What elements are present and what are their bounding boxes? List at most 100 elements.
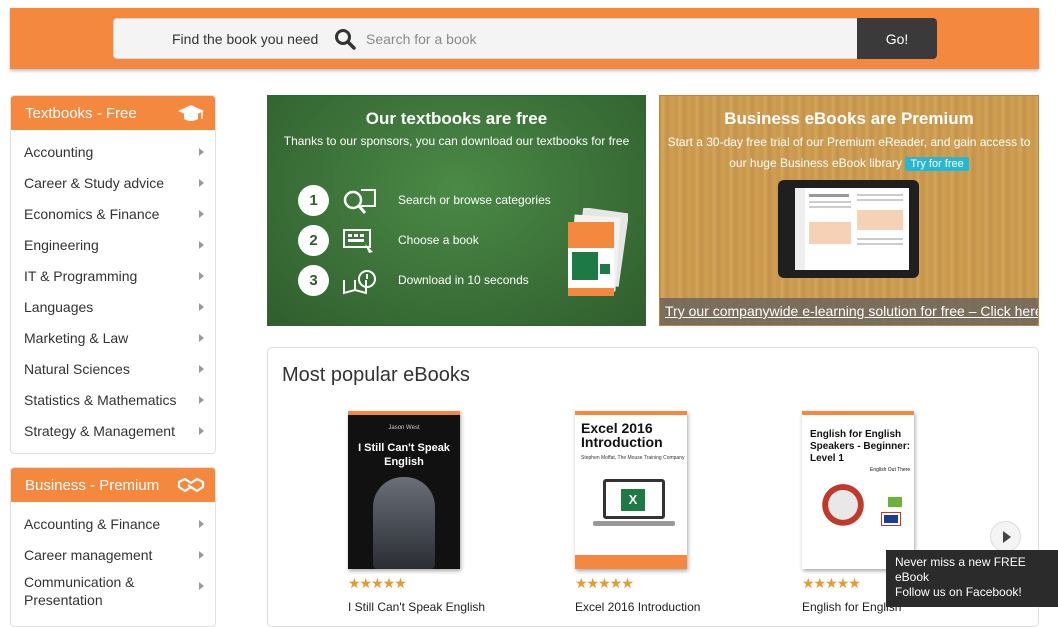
- tablet-page-graphic: [795, 188, 903, 270]
- star-rating: ★★★★★ ★★★★★: [802, 575, 861, 591]
- search-icon[interactable]: [334, 28, 356, 50]
- popup-line1: Never miss a new FREE eBook: [895, 555, 1026, 584]
- sidebar-free-title: Textbooks - Free: [25, 105, 137, 122]
- sidebar-premium-header[interactable]: Business - Premium: [11, 468, 215, 502]
- cover-bar: [575, 555, 687, 569]
- carousel-next-button[interactable]: [990, 521, 1021, 552]
- chevron-right-icon: [199, 241, 204, 249]
- book-cover[interactable]: Jason West I Still Can't Speak English: [348, 411, 460, 569]
- sidebar-item[interactable]: Natural Sciences: [11, 352, 215, 383]
- search-box: Find the book you need Go!: [113, 18, 937, 59]
- tablet-image: [778, 180, 919, 278]
- choose-book-icon: [343, 229, 373, 253]
- sidebar-item[interactable]: Communication & Presentation: [11, 569, 215, 613]
- graduation-cap-icon: [178, 105, 204, 121]
- sidebar-free-list: Accounting Career & Study advice Economics…: [11, 130, 215, 445]
- search-prompt: Find the book you need: [172, 31, 319, 47]
- sidebar-item[interactable]: Career management: [11, 538, 215, 569]
- free-textbooks-banner[interactable]: Our textbooks are free Thanks to our spo…: [267, 95, 646, 326]
- cover-subtitle: Stephen Moffat, The Mouse Training Compa…: [581, 455, 685, 461]
- sidebar-item[interactable]: Strategy & Management: [11, 414, 215, 445]
- book-cover[interactable]: Excel 2016 Introduction Stephen Moffat, …: [575, 411, 687, 569]
- sidebar-item-label: Economics & Finance: [24, 206, 160, 222]
- step-label: Choose a book: [398, 233, 479, 247]
- sidebar-item-label: Languages: [24, 299, 94, 315]
- sidebar-item[interactable]: Accounting: [11, 135, 215, 166]
- sidebar-item[interactable]: IT & Programming: [11, 259, 215, 290]
- sidebar-item[interactable]: Accounting & Finance: [11, 507, 215, 538]
- sidebar-item[interactable]: Career & Study advice: [11, 166, 215, 197]
- cover-title: I Still Can't Speak English: [358, 442, 450, 468]
- cover-author: Jason West: [388, 425, 420, 431]
- sidebar-item[interactable]: Marketing & Law: [11, 321, 215, 352]
- step-number: 2: [298, 225, 329, 256]
- sidebar-item-label: Natural Sciences: [24, 361, 130, 377]
- sidebar-item-label: Career management: [24, 547, 153, 563]
- sidebar-item[interactable]: Statistics & Mathematics: [11, 383, 215, 414]
- chevron-right-icon: [199, 148, 204, 156]
- sidebar-item-label: Engineering: [24, 237, 99, 253]
- book-card[interactable]: Excel 2016 Introduction Stephen Moffat, …: [575, 411, 700, 614]
- premium-subtitle-line1: Start a 30-day free trial of our Premium…: [667, 135, 1031, 149]
- book-title[interactable]: I Still Can't Speak English: [348, 600, 488, 614]
- tablet-screen: [795, 188, 909, 270]
- sidebar-item-label: Marketing & Law: [24, 330, 129, 346]
- step-label: Download in 10 seconds: [398, 273, 529, 287]
- sidebar-item[interactable]: Engineering: [11, 228, 215, 259]
- sidebar-item-label: Accounting & Finance: [24, 516, 161, 532]
- facebook-follow-popup[interactable]: Never miss a new FREE eBook Follow us on…: [886, 550, 1058, 607]
- premium-banner-subtitle: Start a 30-day free trial of our Premium…: [660, 132, 1038, 175]
- try-for-free-button[interactable]: Try for free: [905, 157, 969, 171]
- step-number: 1: [298, 185, 329, 216]
- free-banner-subtitle: Thanks to our sponsors, you can download…: [283, 134, 630, 148]
- sidebar-premium-title: Business - Premium: [25, 477, 160, 494]
- download-timer-icon: [343, 270, 376, 295]
- premium-subtitle-line2: our huge Business eBook library: [729, 156, 903, 170]
- chevron-right-icon: [199, 551, 204, 559]
- chevron-right-icon: [199, 272, 204, 280]
- companywide-elearning-link[interactable]: Try our companywide e-learning solution …: [660, 298, 1038, 325]
- book-title[interactable]: Excel 2016 Introduction: [575, 600, 715, 614]
- cover-subtitle: English Out There: [870, 467, 911, 473]
- most-popular-title: Most popular eBooks: [282, 364, 470, 386]
- search-input[interactable]: [366, 25, 846, 53]
- cover-green-box: [888, 497, 902, 507]
- excel-icon: X: [621, 489, 645, 511]
- book-cover[interactable]: English for English Speakers - Beginner:…: [802, 411, 914, 569]
- go-button[interactable]: Go!: [857, 18, 937, 59]
- premium-banner-title: Business eBooks are Premium: [724, 109, 974, 128]
- cover-title: English for English Speakers - Beginner:…: [810, 429, 911, 464]
- sidebar-item-label: Career & Study advice: [24, 175, 165, 191]
- step-label: Search or browse categories: [398, 193, 551, 207]
- textbook-stack-icon: [568, 208, 628, 296]
- chevron-right-icon: [199, 582, 204, 590]
- star-rating: ★★★★★ ★★★★★: [348, 575, 407, 591]
- star-rating: ★★★★★ ★★★★★: [575, 575, 633, 591]
- chevron-right-icon: [199, 427, 204, 435]
- sidebar-item[interactable]: Languages: [11, 290, 215, 321]
- cover-figure: [373, 477, 435, 569]
- sidebar-item-label: Strategy & Management: [24, 423, 175, 439]
- chevron-right-icon: [199, 179, 204, 187]
- cover-title: Excel 2016 Introduction: [581, 420, 663, 450]
- sidebar-item-label: Accounting: [24, 144, 94, 160]
- sidebar-premium-panel: Business - Premium Accounting & Finance C…: [10, 467, 216, 627]
- sidebar-premium-list: Accounting & Finance Career management Com…: [11, 502, 215, 613]
- book-card[interactable]: Jason West I Still Can't Speak English ★…: [348, 411, 485, 614]
- popup-line2: Follow us on Facebook!: [895, 585, 1022, 599]
- premium-ebooks-banner[interactable]: Business eBooks are Premium Start a 30-d…: [659, 95, 1039, 326]
- chevron-right-icon: [199, 365, 204, 373]
- laptop-base: [593, 521, 675, 526]
- sidebar-item-label: Communication & Presentation: [24, 574, 135, 608]
- cover-art: [808, 477, 878, 539]
- chevron-right-icon: [199, 210, 204, 218]
- search-book-icon: [343, 189, 376, 214]
- chevron-right-icon: [199, 396, 204, 404]
- sidebar-free-header[interactable]: Textbooks - Free: [11, 96, 215, 130]
- sidebar-item[interactable]: Economics & Finance: [11, 197, 215, 228]
- step-number: 3: [298, 265, 329, 296]
- free-banner-title: Our textbooks are free: [365, 109, 548, 128]
- uk-flag-icon: [881, 512, 901, 526]
- handshake-icon: [177, 477, 205, 493]
- header-bar: Find the book you need Go!: [10, 8, 1039, 69]
